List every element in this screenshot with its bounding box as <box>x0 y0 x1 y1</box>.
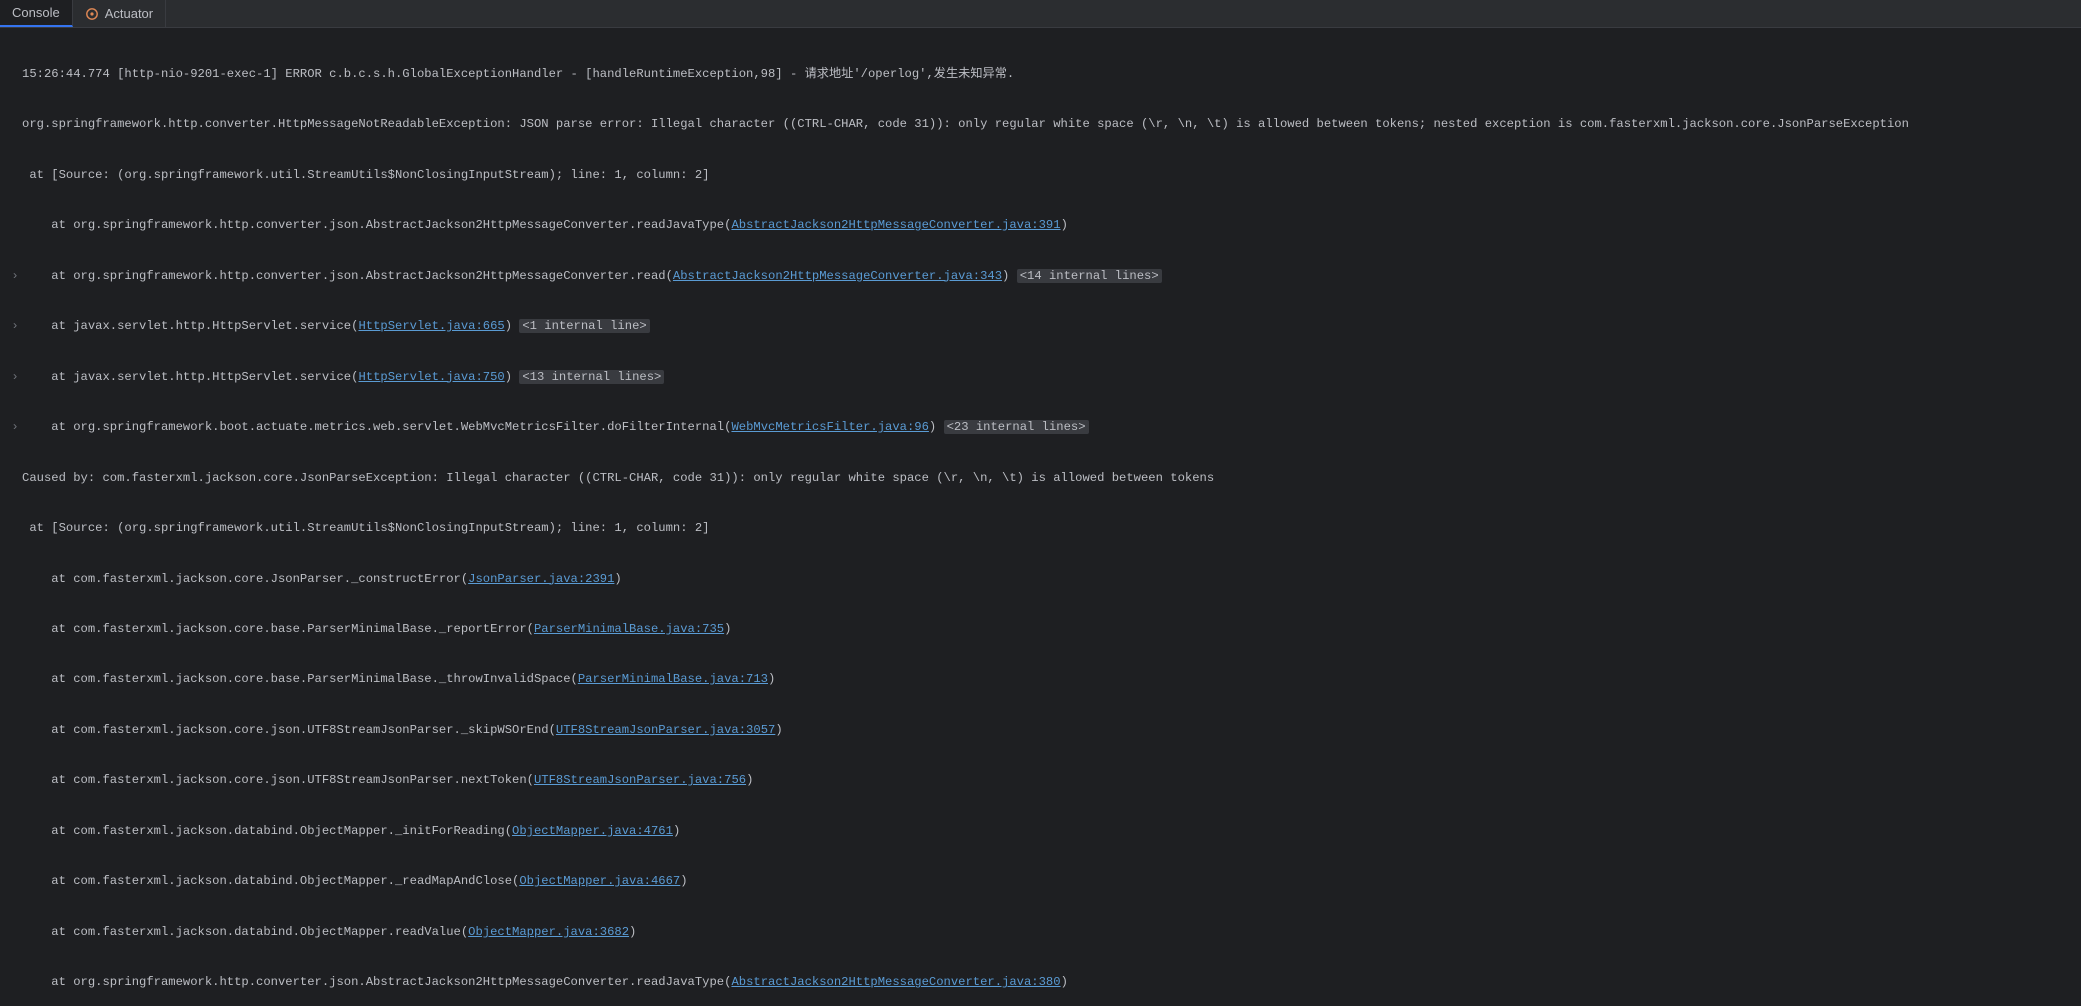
source-link[interactable]: UTF8StreamJsonParser.java:3057 <box>556 723 775 737</box>
source-link[interactable]: HttpServlet.java:665 <box>358 319 504 333</box>
console-output[interactable]: 15:26:44.774 [http-nio-9201-exec-1] ERRO… <box>0 28 2081 1006</box>
source-link[interactable]: WebMvcMetricsFilter.java:96 <box>731 420 928 434</box>
log-line: at org.springframework.boot.actuate.metr… <box>22 419 2081 436</box>
log-line: Caused by: com.fasterxml.jackson.core.Js… <box>22 470 2081 487</box>
log-line: at com.fasterxml.jackson.core.json.UTF8S… <box>22 772 2081 789</box>
log-line: at com.fasterxml.jackson.core.base.Parse… <box>22 621 2081 638</box>
source-link[interactable]: AbstractJackson2HttpMessageConverter.jav… <box>731 218 1060 232</box>
source-link[interactable]: ObjectMapper.java:4761 <box>512 824 673 838</box>
log-line: at javax.servlet.http.HttpServlet.servic… <box>22 318 2081 335</box>
source-link[interactable]: AbstractJackson2HttpMessageConverter.jav… <box>673 269 1002 283</box>
source-link[interactable]: ObjectMapper.java:3682 <box>468 925 629 939</box>
tab-console-label: Console <box>12 5 60 20</box>
log-line: at com.fasterxml.jackson.databind.Object… <box>22 924 2081 941</box>
log-line: org.springframework.http.converter.HttpM… <box>22 116 2081 133</box>
log-line: at com.fasterxml.jackson.core.base.Parse… <box>22 671 2081 688</box>
folded-lines[interactable]: <13 internal lines> <box>519 370 664 384</box>
source-link[interactable]: JsonParser.java:2391 <box>468 572 614 586</box>
log-line: at com.fasterxml.jackson.databind.Object… <box>22 873 2081 890</box>
tab-bar: Console Actuator <box>0 0 2081 28</box>
expand-toggle[interactable]: › <box>8 419 22 436</box>
source-link[interactable]: ObjectMapper.java:4667 <box>519 874 680 888</box>
log-line: at org.springframework.http.converter.js… <box>22 974 2081 991</box>
folded-lines[interactable]: <14 internal lines> <box>1017 269 1162 283</box>
log-line: at [Source: (org.springframework.util.St… <box>22 167 2081 184</box>
actuator-icon <box>85 7 99 21</box>
tab-actuator-label: Actuator <box>105 6 153 21</box>
log-line: at com.fasterxml.jackson.core.JsonParser… <box>22 571 2081 588</box>
log-line: at [Source: (org.springframework.util.St… <box>22 520 2081 537</box>
log-line: at com.fasterxml.jackson.databind.Object… <box>22 823 2081 840</box>
log-line: 15:26:44.774 [http-nio-9201-exec-1] ERRO… <box>22 66 2081 83</box>
expand-toggle[interactable]: › <box>8 268 22 285</box>
folded-lines[interactable]: <23 internal lines> <box>944 420 1089 434</box>
source-link[interactable]: UTF8StreamJsonParser.java:756 <box>534 773 746 787</box>
folded-lines[interactable]: <1 internal line> <box>519 319 649 333</box>
source-link[interactable]: AbstractJackson2HttpMessageConverter.jav… <box>731 975 1060 989</box>
source-link[interactable]: HttpServlet.java:750 <box>358 370 504 384</box>
log-line: at javax.servlet.http.HttpServlet.servic… <box>22 369 2081 386</box>
log-line: at com.fasterxml.jackson.core.json.UTF8S… <box>22 722 2081 739</box>
source-link[interactable]: ParserMinimalBase.java:713 <box>578 672 768 686</box>
tab-actuator[interactable]: Actuator <box>73 0 166 27</box>
expand-toggle[interactable]: › <box>8 318 22 335</box>
source-link[interactable]: ParserMinimalBase.java:735 <box>534 622 724 636</box>
expand-toggle[interactable]: › <box>8 369 22 386</box>
log-line: at org.springframework.http.converter.js… <box>22 217 2081 234</box>
log-line: at org.springframework.http.converter.js… <box>22 268 2081 285</box>
tab-console[interactable]: Console <box>0 0 73 27</box>
